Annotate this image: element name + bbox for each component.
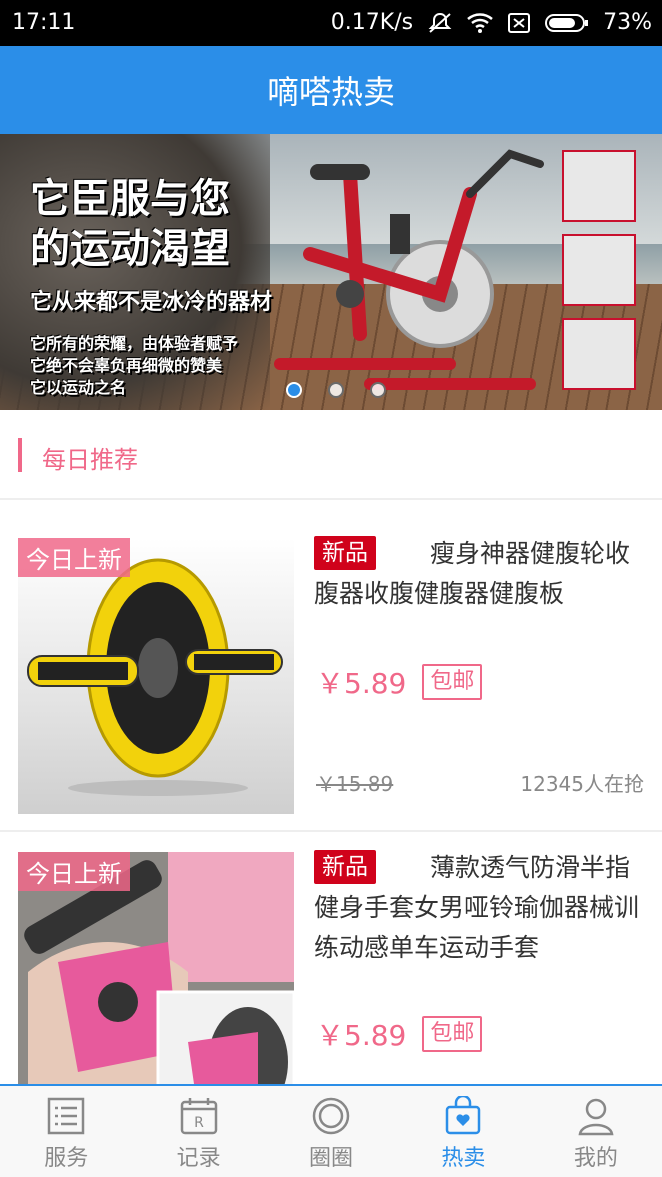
tab-label: 记录 <box>176 1146 221 1171</box>
tab-label: 圈圈 <box>309 1146 354 1171</box>
new-tag: 新品 <box>314 536 376 570</box>
battery-icon <box>545 12 589 34</box>
section-header: 每日推荐 <box>0 410 662 500</box>
circle-icon <box>312 1097 350 1135</box>
carousel-dot-1[interactable] <box>286 382 302 398</box>
battery-level: 73% <box>603 10 652 35</box>
banner-small-2: 它绝不会辜负再细微的赞美 <box>30 356 223 375</box>
product-title[interactable]: 新品 薄款透气防滑半指健身手套女男哑铃瑜伽器械训练动感单车运动手套 <box>314 848 644 968</box>
product-title[interactable]: 新品 瘦身神器健腹轮收腹器收腹健腹器健腹板 <box>314 534 644 614</box>
new-tag: 新品 <box>314 850 376 884</box>
ab-roller-illustration <box>27 558 283 796</box>
carousel-dots <box>286 382 386 398</box>
bottom-tab-bar: 服务 R 记录 圈圈 热卖 我的 <box>0 1084 662 1177</box>
exercise-bike-image <box>274 149 544 390</box>
banner-small-1: 它所有的荣耀，由体验者赋予 <box>30 334 239 353</box>
banner-small-3: 它以运动之名 <box>30 378 127 397</box>
tab-hot-sale[interactable]: 热卖 <box>397 1086 529 1177</box>
product-price: ￥5.89 <box>316 667 407 700</box>
network-speed: 0.17K/s <box>330 10 414 35</box>
tab-circle[interactable]: 圈圈 <box>265 1086 397 1177</box>
product-image-gloves[interactable]: 今日上新 <box>18 852 294 1088</box>
calendar-icon: R <box>180 1098 217 1135</box>
no-sim-icon <box>507 12 531 34</box>
carousel-dot-3[interactable] <box>370 382 386 398</box>
page-title: 嘀嗒热卖 <box>266 73 395 111</box>
banner-subline: 它从来都不是冰冷的器材 <box>30 290 273 315</box>
tab-mine[interactable]: 我的 <box>530 1086 662 1177</box>
title-bar: 嘀嗒热卖 <box>0 46 662 134</box>
wifi-icon <box>467 12 493 34</box>
section-accent-bar <box>18 438 22 472</box>
tab-label: 服务 <box>44 1146 89 1171</box>
product-price: ￥5.89 <box>316 1019 407 1052</box>
product-card[interactable]: 今日上新 新品 薄款透气防滑半指健身手套女男哑铃瑜伽器械训练动感单车运动手套 ￥5… <box>0 832 662 1088</box>
section-title: 每日推荐 <box>42 446 138 474</box>
product-card[interactable]: 今日上新 新品 瘦身神器健腹轮收腹器收腹健腹器健腹板 ￥5.89 包邮 ￥15.8… <box>0 500 662 832</box>
banner-thumb-1 <box>562 150 636 222</box>
carousel-dot-2[interactable] <box>328 382 344 398</box>
tab-label: 我的 <box>573 1146 618 1171</box>
banner-headline-2: 的运动渴望 <box>30 226 230 272</box>
free-shipping-tag: 包邮 <box>422 664 483 700</box>
price-row: ￥5.89 包邮 <box>316 662 483 702</box>
tab-label: 热卖 <box>441 1146 486 1171</box>
status-right: 0.17K/s 73% <box>331 10 652 35</box>
product-ribbon: 今日上新 <box>18 852 130 891</box>
mute-icon <box>427 11 453 35</box>
banner-thumb-3 <box>562 318 636 390</box>
tab-service[interactable]: 服务 <box>0 1086 132 1177</box>
original-price: ￥15.89 <box>316 772 394 796</box>
product-image-ab-roller[interactable]: 今日上新 <box>18 538 294 814</box>
person-icon <box>578 1098 614 1136</box>
status-bar: 17:11 0.17K/s 73% <box>0 0 662 46</box>
tab-records[interactable]: R 记录 <box>132 1086 264 1177</box>
free-shipping-tag: 包邮 <box>422 1016 483 1052</box>
banner-thumb-2 <box>562 234 636 306</box>
product-ribbon: 今日上新 <box>18 538 130 577</box>
list-icon <box>47 1097 85 1135</box>
status-time: 17:11 <box>12 10 76 35</box>
buyers-count: 12345人在抢 <box>520 772 644 796</box>
price-row: ￥5.89 包邮 <box>316 1014 483 1054</box>
shopping-bag-icon <box>446 1096 481 1135</box>
banner-carousel[interactable]: 它臣服与您 的运动渴望 它从来都不是冰冷的器材 它所有的荣耀，由体验者赋予 它绝… <box>0 134 662 410</box>
svg-text:R: R <box>194 1115 204 1131</box>
